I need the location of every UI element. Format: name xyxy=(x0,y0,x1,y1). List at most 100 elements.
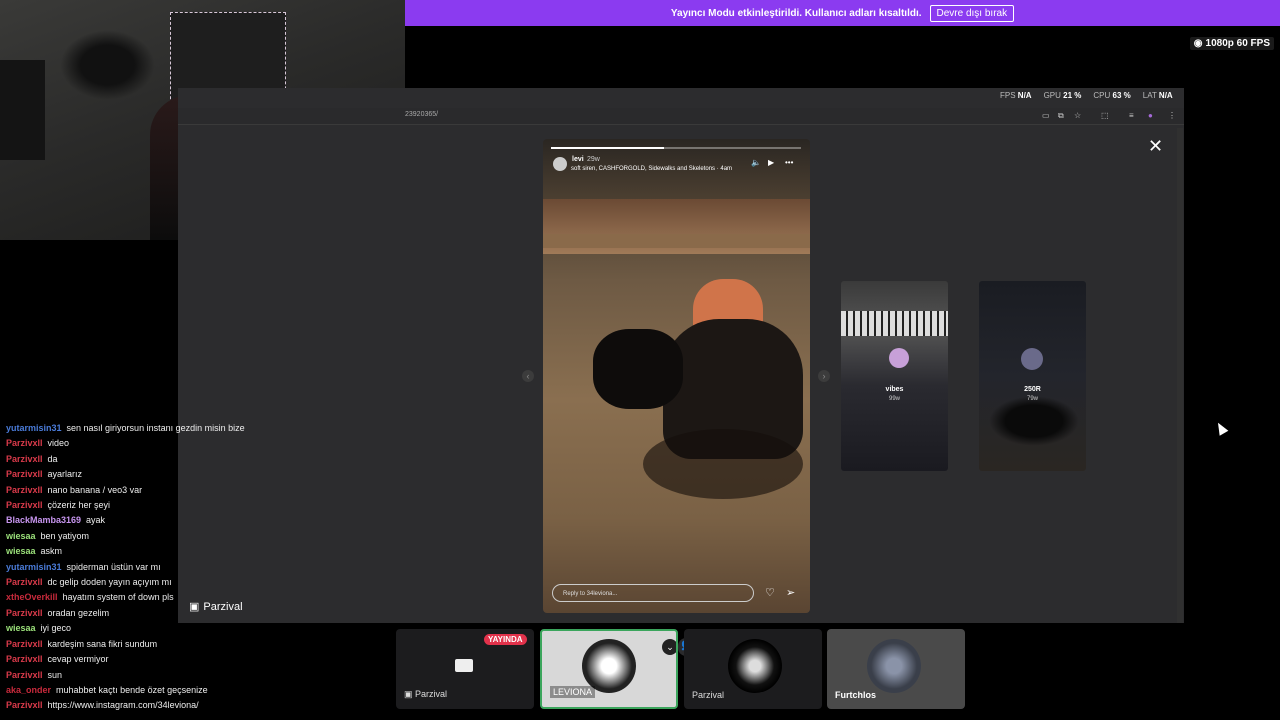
chat-username[interactable]: xtheOverkill xyxy=(6,592,58,602)
menu-icon[interactable]: ⋮ xyxy=(1168,111,1176,120)
curb-image xyxy=(543,234,810,248)
chat-message: yutarmisin31 spiderman üstün var mı xyxy=(6,560,306,575)
translate-icon[interactable]: ⧉ xyxy=(1058,111,1064,121)
profile-icon[interactable]: ● xyxy=(1148,111,1153,120)
chat-username[interactable]: wiesaa xyxy=(6,546,36,556)
chat-username[interactable]: aka_onder xyxy=(6,685,51,695)
chat-username[interactable]: wiesaa xyxy=(6,623,36,633)
shadow-image xyxy=(643,429,803,499)
screen-share-tag: ▣ Parzival xyxy=(189,600,243,614)
heart-icon[interactable]: ♡ xyxy=(765,586,775,599)
chat-message: Parzivxll nano banana / veo3 var xyxy=(6,483,306,498)
more-icon[interactable]: ••• xyxy=(785,158,793,167)
chat-text: ben yatiyom xyxy=(40,530,90,541)
preview-label: vibes xyxy=(885,386,904,393)
disable-streamer-mode-button[interactable]: Devre dışı bırak xyxy=(929,4,1015,22)
tile-name: ▣ Parzival xyxy=(404,689,447,700)
chat-message: Parzivxll sun xyxy=(6,668,306,683)
screen-icon[interactable]: ▭ xyxy=(1042,111,1050,120)
reply-input[interactable]: Reply to 34leviona... xyxy=(552,584,754,602)
chevron-down-icon[interactable]: ⌄ xyxy=(662,639,676,655)
extensions-icon[interactable]: ⬚ xyxy=(1101,111,1109,120)
tile-name: Parzival xyxy=(692,690,725,700)
chat-username[interactable]: Parzivxll xyxy=(6,438,43,448)
preview-avatar xyxy=(1021,348,1043,370)
reading-list-icon[interactable]: ≡ xyxy=(1129,111,1134,120)
chat-username[interactable]: Parzivxll xyxy=(6,670,43,680)
chat-message: aka_onder muhabbet kaçtı bende özet geçse… xyxy=(6,683,306,698)
preview-time: 79w xyxy=(1026,396,1038,402)
chat-text: askm xyxy=(40,546,63,557)
participant-tile-furtchlos[interactable]: Furtchlos xyxy=(827,629,965,709)
chat-message: Parzivxll ayarlarız xyxy=(6,467,306,482)
participant-tile-parzival-stream[interactable]: YAYINDA ▣ Parzival xyxy=(396,629,534,709)
participant-tile-leviona[interactable]: LEVIONA ⌄ xyxy=(540,629,678,709)
chat-username[interactable]: BlackMamba3169 xyxy=(6,515,81,525)
chat-username[interactable]: Parzivxll xyxy=(6,469,43,479)
previous-story-icon[interactable]: ‹ xyxy=(522,370,534,382)
tile-name-text: Parzival xyxy=(415,689,448,699)
chat-text: sun xyxy=(47,669,63,680)
page-scrollbar[interactable] xyxy=(1177,128,1183,623)
lat-stat: LAT N/A xyxy=(1143,91,1173,100)
chat-text: spiderman üstün var mı xyxy=(66,561,161,572)
story-preview-vibes[interactable]: vibes 99w xyxy=(841,281,948,471)
chat-username[interactable]: yutarmisin31 xyxy=(6,562,62,572)
participant-tile-parzival[interactable]: Parzival xyxy=(684,629,822,709)
chat-text: cevap vermiyor xyxy=(47,654,109,665)
story-progress-fill xyxy=(551,147,664,149)
cpu-value: 63 % xyxy=(1112,91,1131,100)
banner-text: Yayıncı Modu etkinleştirildi. Kullanıcı … xyxy=(670,7,922,19)
gpu-value: 21 % xyxy=(1063,91,1082,100)
chat-message: Parzivxll cevap vermiyor xyxy=(6,652,306,667)
preview-avatar xyxy=(889,348,909,368)
monitor-icon xyxy=(455,659,473,672)
url-bar[interactable]: 23920365/ ▭ ⧉ ☆ ⬚ ≡ ● ⋮ xyxy=(178,108,1184,125)
chat-text: muhabbet kaçtı bende özet geçsenize xyxy=(56,684,208,695)
motorcycle-image xyxy=(989,396,1079,446)
lat-label: LAT xyxy=(1142,91,1157,100)
send-icon[interactable]: ➢ xyxy=(786,586,795,599)
close-icon[interactable]: ✕ xyxy=(1148,136,1163,157)
story-username[interactable]: levi xyxy=(572,156,584,163)
stream-quality-badge: ◉ 1080p 60 FPS xyxy=(1189,37,1274,50)
tile-name: LEVIONA xyxy=(550,686,596,698)
gpu-label: GPU xyxy=(1043,91,1061,100)
chat-username[interactable]: wiesaa xyxy=(6,531,36,541)
chat-text: oradan gezelim xyxy=(47,607,110,618)
chat-text: video xyxy=(47,438,70,449)
streamer-mode-banner: Yayıncı Modu etkinleştirildi. Kullanıcı … xyxy=(405,0,1280,26)
chat-text: kardeşim sana fikri sundum xyxy=(47,638,158,649)
chat-username[interactable]: Parzivxll xyxy=(6,608,43,618)
story-avatar[interactable] xyxy=(553,157,567,171)
story-music[interactable]: soft siren, CASHFORGOLD, Sidewalks and S… xyxy=(571,166,732,172)
chat-message: Parzivxll video xyxy=(6,436,306,451)
play-icon[interactable]: ▶ xyxy=(768,158,774,167)
story-preview-250r[interactable]: 250R 79w xyxy=(979,281,1086,471)
chat-username[interactable]: Parzivxll xyxy=(6,700,43,710)
screen-share-name: Parzival xyxy=(203,600,243,613)
eye-icon: ◉ xyxy=(1193,38,1203,49)
chat-text: iyi geco xyxy=(40,623,72,634)
chat-username[interactable]: yutarmisin31 xyxy=(6,423,62,433)
chat-username[interactable]: Parzivxll xyxy=(6,654,43,664)
chat-text: sen nasıl giriyorsun instanı gezdin misi… xyxy=(66,423,245,433)
chat-username[interactable]: Parzivxll xyxy=(6,577,43,587)
story-viewer[interactable]: levi 29w soft siren, CASHFORGOLD, Sidewa… xyxy=(543,139,810,613)
chat-panel: yutarmisin31 sen nasıl giriyorsun instanı… xyxy=(6,421,306,714)
chat-text: ayarlarız xyxy=(47,469,83,480)
monitor-icon: ▣ xyxy=(404,689,416,699)
chat-username[interactable]: Parzivxll xyxy=(6,639,43,649)
piano-keys-image xyxy=(841,311,948,336)
chat-username[interactable]: Parzivxll xyxy=(6,500,43,510)
mute-icon[interactable]: 🔈 xyxy=(751,158,761,167)
chat-text: da xyxy=(47,453,58,464)
chat-message: Parzivxll da xyxy=(6,452,306,467)
star-icon[interactable]: ☆ xyxy=(1074,111,1081,120)
motorcycle-decor xyxy=(60,30,155,100)
next-story-icon[interactable]: › xyxy=(818,370,830,382)
chat-text: nano banana / veo3 var xyxy=(47,484,143,495)
chat-username[interactable]: Parzivxll xyxy=(6,485,43,495)
chat-username[interactable]: Parzivxll xyxy=(6,454,43,464)
furtchlos-avatar xyxy=(867,639,921,693)
